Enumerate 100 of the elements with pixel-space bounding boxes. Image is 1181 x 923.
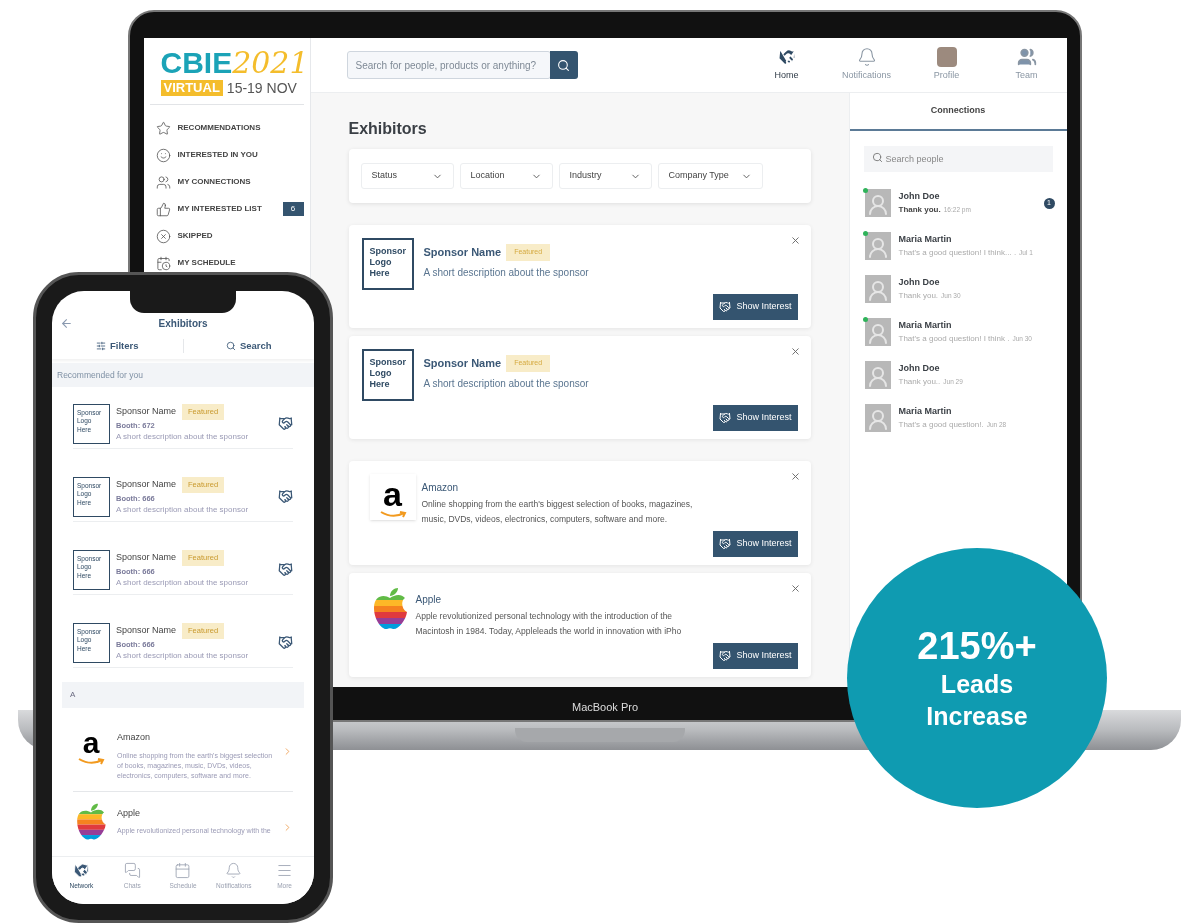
message-preview: Thank you.. xyxy=(898,375,941,388)
company-name: Apple xyxy=(117,806,142,820)
message-preview: Thank you. xyxy=(898,289,939,302)
avatar-placeholder xyxy=(864,404,891,432)
handshake-icon xyxy=(72,862,90,879)
star-icon xyxy=(155,120,171,136)
sponsor-description: A short description about the sponsor xyxy=(116,576,250,589)
calendar-icon xyxy=(174,862,192,879)
search-field[interactable]: Search for people, products or anything? xyxy=(346,51,551,79)
sidebar-item[interactable]: MY SCHEDULE xyxy=(143,254,310,272)
bell-icon xyxy=(225,862,243,879)
search-icon xyxy=(225,341,236,351)
sidebar-item[interactable]: INTERESTED IN YOU xyxy=(143,146,310,164)
show-interest-button[interactable]: Show Interest xyxy=(713,405,798,431)
close-icon[interactable] xyxy=(789,583,801,594)
show-interest-button[interactable]: Show Interest xyxy=(713,294,798,320)
avatar-placeholder xyxy=(864,361,891,389)
show-interest-button[interactable]: Show Interest xyxy=(713,643,798,669)
handshake-icon xyxy=(719,650,732,662)
contact-name: Maria Martin xyxy=(898,405,953,419)
laptop-label: MacBook Pro xyxy=(572,700,638,715)
avatar-placeholder xyxy=(864,275,891,303)
logo-wordmark: CBIE xyxy=(160,48,233,78)
page-title: Exhibitors xyxy=(348,119,428,139)
handshake-icon[interactable] xyxy=(278,562,293,577)
sponsor-logo: Sponsor Logo Here xyxy=(361,238,414,290)
contact-name: John Doe xyxy=(898,362,941,376)
people-icon xyxy=(1016,47,1037,68)
sponsor-logo: Sponsor Logo Here xyxy=(361,349,414,401)
sponsor-description: A short description about the sponsor xyxy=(116,649,250,662)
message-preview: That's a good question!. xyxy=(898,418,984,431)
sidebar-item[interactable]: RECOMMENDATIONS xyxy=(143,119,310,137)
search-people-field[interactable]: Search people xyxy=(863,146,1053,172)
sidebar-item[interactable]: SKIPPED xyxy=(143,227,310,245)
company-name: Apple xyxy=(415,593,443,607)
handshake-icon[interactable] xyxy=(278,416,293,431)
filter-dropdown[interactable]: Status xyxy=(360,163,454,189)
thumbs-up-icon xyxy=(155,201,171,217)
filter-dropdown[interactable]: Location xyxy=(459,163,553,189)
menu-icon xyxy=(276,862,294,879)
company-description: Online shopping from the earth's biggest selection of books, magazines, music, DVDs, videos, electronics, computers, software and more. xyxy=(421,498,694,526)
company-name: Amazon xyxy=(117,731,152,744)
close-icon[interactable] xyxy=(789,235,801,246)
calendar-clock-icon xyxy=(155,255,171,271)
contact-name: John Doe xyxy=(898,276,941,290)
contact-name: Maria Martin xyxy=(898,319,953,333)
handshake-icon[interactable] xyxy=(278,489,293,504)
sponsor-description: A short description about the sponsor xyxy=(116,430,250,443)
filter-dropdown[interactable]: Industry xyxy=(558,163,652,189)
amazon-logo: a xyxy=(369,474,416,520)
close-icon[interactable] xyxy=(789,471,801,482)
sidebar-item[interactable]: MY CONNECTIONS xyxy=(143,173,310,191)
message-preview: Thank you. xyxy=(898,203,941,216)
sidebar-item[interactable]: MY INTERESTED LIST 6 xyxy=(143,200,310,218)
avatar-placeholder xyxy=(864,189,891,217)
smiley-icon xyxy=(155,147,171,163)
company-name: Amazon xyxy=(421,481,460,495)
search-icon xyxy=(871,152,883,163)
amazon-logo: a xyxy=(73,726,109,766)
contact-name: John Doe xyxy=(898,190,941,204)
avatar-placeholder xyxy=(936,47,957,68)
screen-title: Exhibitors xyxy=(158,316,208,331)
logo-dates: 15-19 NOV xyxy=(226,81,297,95)
sponsor-name: Sponsor Name xyxy=(116,405,177,419)
back-arrow-icon[interactable] xyxy=(60,316,73,330)
sponsor-name: Sponsor Name xyxy=(423,245,502,260)
stat-badge: 215%+ Leads Increase xyxy=(847,548,1107,808)
circle-x-icon xyxy=(155,228,171,244)
logo-edition: VIRTUAL xyxy=(160,80,223,96)
letter-header: A xyxy=(62,682,304,708)
sponsor-description: A short description about the sponsor xyxy=(423,376,589,391)
nav-item[interactable]: Home xyxy=(760,47,813,83)
connections-tab[interactable]: Connections xyxy=(849,93,1067,131)
sponsor-name: Sponsor Name xyxy=(423,356,502,371)
search-button[interactable]: Search xyxy=(182,338,314,354)
avatar-placeholder xyxy=(864,232,891,260)
filter-dropdown[interactable]: Company Type xyxy=(657,163,763,189)
sponsor-name: Sponsor Name xyxy=(116,624,177,638)
logo-year: 2021 xyxy=(232,48,309,78)
sponsor-description: A short description about the sponsor xyxy=(116,503,250,516)
bell-icon xyxy=(856,47,877,68)
sponsor-name: Sponsor Name xyxy=(116,551,177,565)
filters-button[interactable]: Filters xyxy=(52,338,183,354)
people-icon xyxy=(155,174,171,190)
close-icon[interactable] xyxy=(789,346,801,357)
search-icon xyxy=(557,58,570,72)
chat-bubbles-icon xyxy=(123,862,141,879)
company-description: Apple revolutionized personal technology with the introduction of the Macintosh in 1984. Today, Appleleads the world in innovation with iPho xyxy=(415,610,683,638)
sponsor-description: A short description about the sponsor xyxy=(423,265,589,280)
section-header: Recommended for you xyxy=(52,363,314,387)
contact-name: Maria Martin xyxy=(898,233,953,247)
show-interest-button[interactable]: Show Interest xyxy=(713,531,798,557)
search-button[interactable] xyxy=(549,51,578,79)
count-badge: 6 xyxy=(282,202,304,216)
handshake-icon[interactable] xyxy=(278,635,293,650)
handshake-icon xyxy=(719,538,732,550)
sponsor-name: Sponsor Name xyxy=(116,478,177,492)
sliders-icon xyxy=(96,341,106,351)
handshake-icon xyxy=(719,412,732,424)
avatar-placeholder xyxy=(864,318,891,346)
